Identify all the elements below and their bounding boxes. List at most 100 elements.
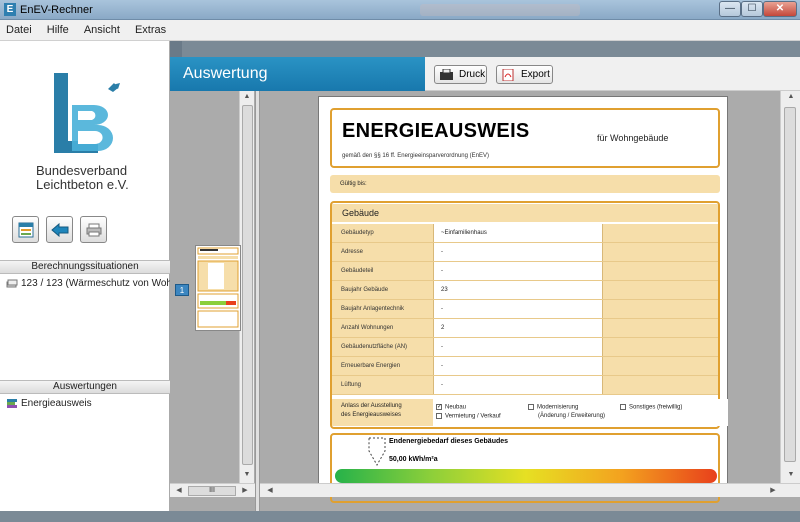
endenergie-value: 50,00 kWh/m²a [389, 456, 438, 463]
print-icon [440, 69, 453, 80]
row-label: Baujahr Gebäude [341, 287, 389, 293]
thumb-vscroll[interactable]: ▲ ▼ [239, 91, 254, 483]
scroll-right-arrow-icon[interactable]: ▶ [238, 486, 252, 494]
export-label: Export [521, 69, 550, 80]
doc-scroll-left-arrow-icon[interactable]: ◀ [263, 486, 277, 494]
option-neubau[interactable]: ✓ Neubau [436, 404, 466, 411]
thumb-hscroll[interactable]: ◀ III ▶ [170, 483, 255, 497]
scroll-up-arrow-icon[interactable]: ▲ [240, 93, 254, 100]
row-value: - [433, 243, 603, 261]
pdf-export-icon [502, 69, 514, 81]
row-value: - [433, 357, 603, 375]
berechnung-item[interactable]: 123 / 123 (Wärmeschutz von Wohngebäuden) [6, 278, 170, 289]
menu-hilfe[interactable]: Hilfe [41, 20, 75, 40]
maximize-button[interactable]: ☐ [741, 1, 763, 17]
auswertung-item[interactable]: Energieausweis [6, 398, 92, 409]
page-number-badge[interactable]: 1 [175, 284, 189, 296]
doc-scroll-down-arrow-icon[interactable]: ▼ [784, 471, 798, 478]
row-label: Baujahr Anlagentechnik [341, 306, 405, 312]
document-vscroll[interactable]: ▲ ▼ [780, 91, 800, 483]
valid-until: Gültig bis: [330, 175, 720, 193]
org-line-1: Bundesverband [36, 163, 128, 178]
menu-extras[interactable]: Extras [129, 20, 172, 40]
building-row: Gebäudeteil - [332, 262, 718, 281]
doc-title: ENERGIEAUSWEIS [342, 120, 530, 142]
lb-logo [54, 73, 120, 153]
scroll-down-arrow-icon[interactable]: ▼ [240, 471, 254, 478]
printer-icon [86, 223, 101, 236]
back-arrow-icon [50, 222, 68, 237]
app-icon: E [4, 3, 16, 16]
form-icon [18, 222, 33, 237]
row-value: 2 [433, 319, 603, 337]
window-title: EnEV-Rechner [20, 4, 93, 16]
blurred-title-area [420, 4, 580, 16]
title-bar: E EnEV-Rechner — ☐ ✕ [0, 0, 800, 20]
row-value: 23 [433, 281, 603, 299]
report-toolbar: Druck Export [425, 57, 800, 91]
endenergie-label: Endenergiebedarf dieses Gebäudes [389, 438, 509, 445]
row-label: Anzahl Wohnungen [341, 325, 394, 331]
row-value: - [433, 300, 603, 318]
thumb-hscroll-grip[interactable]: III [188, 486, 236, 496]
section-title: Auswertung [170, 57, 425, 91]
option-modern-label-2: (Änderung / Erweiterung) [538, 413, 606, 419]
anlass-options: ✓ Neubau Vermietung / Verkauf Modernisier… [433, 399, 728, 426]
thumb-vscroll-thumb[interactable] [242, 105, 253, 465]
option-modernisierung[interactable]: Modernisierung [528, 404, 578, 411]
auswertung-item-label: Energieausweis [21, 398, 92, 410]
form-button[interactable] [12, 216, 39, 243]
pane-splitter[interactable] [255, 91, 260, 511]
building-row: Lüftung - [332, 376, 718, 395]
option-sonstiges[interactable]: Sonstiges (freiwillig) [620, 404, 682, 411]
minimize-button[interactable]: — [719, 1, 741, 17]
export-button[interactable]: Export [496, 65, 553, 84]
energieausweis-page: ENERGIEAUSWEIS für Wohngebäude gemäß den… [318, 96, 728, 503]
page-thumbnail[interactable] [195, 245, 241, 331]
doc-law: gemäß den §§ 16 ff. Energieeinsparverord… [342, 153, 489, 159]
option-vermietung-label: Vermietung / Verkauf [445, 413, 501, 420]
row-value: - [433, 262, 603, 280]
option-sonstiges-label: Sonstiges (freiwillig) [629, 404, 683, 411]
option-vermietung[interactable]: Vermietung / Verkauf [436, 413, 501, 420]
doc-scroll-up-arrow-icon[interactable]: ▲ [784, 93, 798, 100]
building-row: Anzahl Wohnungen 2 [332, 319, 718, 338]
checkbox-icon[interactable] [528, 404, 534, 410]
document-hscroll[interactable]: ◀ ▶ [260, 483, 800, 497]
doc-scroll-right-arrow-icon[interactable]: ▶ [766, 486, 780, 494]
section-header-berechnung: Berechnungssituationen [0, 260, 170, 274]
row-label: Gebäudenutzfläche (AN) [341, 344, 408, 350]
menu-bar: Datei Hilfe Ansicht Extras [0, 20, 800, 41]
row-label: Adresse [341, 249, 364, 255]
row-label: Lüftung [341, 382, 362, 388]
row-label: Gebäudeteil [341, 268, 374, 274]
druck-button[interactable]: Druck [434, 65, 487, 84]
checkbox-icon[interactable] [620, 404, 626, 410]
row-value: - [433, 338, 603, 356]
checkbox-icon[interactable] [436, 413, 442, 419]
checkbox-checked-icon[interactable]: ✓ [436, 404, 442, 410]
bottom-strip [0, 511, 800, 522]
berechnung-item-label: 123 / 123 (Wärmeschutz von Wohngebäuden) [21, 278, 170, 289]
anlass-label-2: des Energieausweises [341, 412, 402, 418]
print-button[interactable] [80, 216, 107, 243]
close-button[interactable]: ✕ [763, 1, 797, 17]
menu-ansicht[interactable]: Ansicht [78, 20, 126, 40]
option-modern-label-1: Modernisierung [537, 404, 579, 411]
back-button[interactable] [46, 216, 73, 243]
section-header-auswertungen: Auswertungen [0, 380, 170, 394]
org-line-2: Leichtbeton e.V. [36, 177, 129, 192]
scroll-left-arrow-icon[interactable]: ◀ [172, 486, 186, 494]
energy-report-icon [7, 399, 17, 408]
anlass-label-1: Anlass der Ausstellung [341, 403, 402, 409]
document-vscroll-thumb[interactable] [784, 107, 796, 462]
left-panel: Bundesverband Leichtbeton e.V. Berechnun… [0, 41, 170, 522]
option-neubau-label: Neubau [445, 404, 467, 411]
stack-icon [6, 279, 18, 288]
row-value: - [433, 376, 603, 394]
anlass-row: Anlass der Ausstellung des Energieauswei… [332, 399, 728, 426]
building-row: Baujahr Gebäude 23 [332, 281, 718, 300]
org-name: Bundesverband Leichtbeton e.V. [36, 164, 129, 192]
menu-datei[interactable]: Datei [0, 20, 38, 40]
building-row: Erneuerbare Energien - [332, 357, 718, 376]
